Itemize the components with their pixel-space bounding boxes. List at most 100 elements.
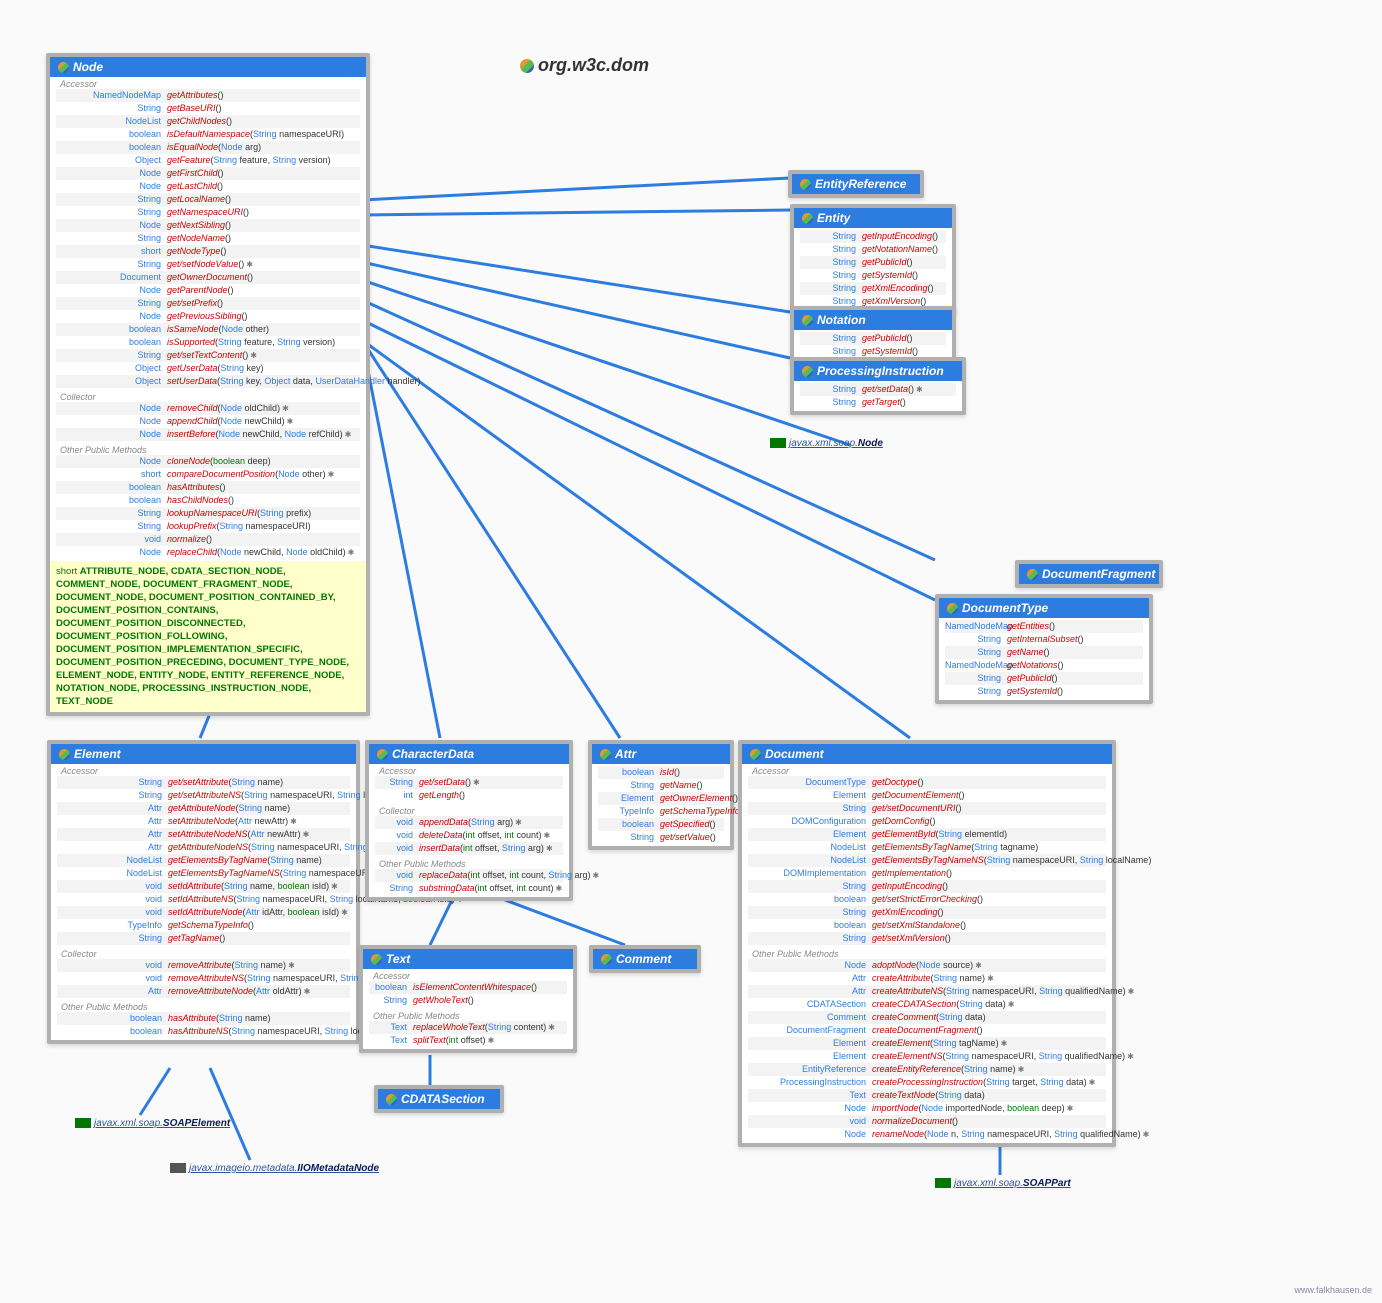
class-header-text[interactable]: Text — [363, 949, 573, 969]
method-row[interactable]: ElementgetElementById (String elementId) — [748, 828, 1106, 841]
method-row[interactable]: StringgetLocalName () — [56, 193, 360, 206]
extlink-soapelement[interactable]: javax.xml.soap.SOAPElement — [75, 1118, 230, 1129]
method-row[interactable]: StringgetWholeText () — [369, 994, 567, 1007]
method-row[interactable]: booleanhasAttributeNS (String namespaceU… — [57, 1025, 350, 1038]
method-row[interactable]: NodegetFirstChild () — [56, 167, 360, 180]
method-row[interactable]: StringgetInputEncoding () — [800, 230, 946, 243]
method-row[interactable]: StringgetName () — [945, 646, 1143, 659]
method-row[interactable]: voidappendData (String arg)✱ — [375, 816, 563, 829]
method-row[interactable]: AttrgetAttributeNodeNS (String namespace… — [57, 841, 350, 854]
extlink-iiometadatanode[interactable]: javax.imageio.metadata.IIOMetadataNode — [170, 1163, 379, 1174]
class-header-pi[interactable]: ProcessingInstruction — [794, 361, 962, 381]
method-row[interactable]: Stringget/setTextContent ()✱ — [56, 349, 360, 362]
method-row[interactable]: booleanhasAttribute (String name) — [57, 1012, 350, 1025]
method-row[interactable]: intgetLength () — [375, 789, 563, 802]
method-row[interactable]: StringgetBaseURI () — [56, 102, 360, 115]
method-row[interactable]: AttrcreateAttributeNS (String namespaceU… — [748, 985, 1106, 998]
method-row[interactable]: NodeListgetElementsByTagNameNS (String n… — [748, 854, 1106, 867]
method-row[interactable]: ProcessingInstructioncreateProcessingIns… — [748, 1076, 1106, 1089]
method-row[interactable]: ObjectgetFeature (String feature, String… — [56, 154, 360, 167]
class-header-documenttype[interactable]: DocumentType — [939, 598, 1149, 618]
method-row[interactable]: StringgetPublicId () — [800, 256, 946, 269]
method-row[interactable]: StringgetNodeName () — [56, 232, 360, 245]
method-row[interactable]: voidremoveAttributeNS (String namespaceU… — [57, 972, 350, 985]
method-row[interactable]: TextsplitText (int offset)✱ — [369, 1034, 567, 1047]
class-header-entity[interactable]: Entity — [794, 208, 952, 228]
method-row[interactable]: ElementgetOwnerElement () — [598, 792, 724, 805]
method-row[interactable]: Stringget/setData ()✱ — [375, 776, 563, 789]
method-row[interactable]: NamedNodeMapgetEntities () — [945, 620, 1143, 633]
method-row[interactable]: NodegetParentNode () — [56, 284, 360, 297]
class-header-node[interactable]: Node — [50, 57, 366, 77]
method-row[interactable]: booleanisSameNode (Node other) — [56, 323, 360, 336]
method-row[interactable]: voidinsertData (int offset, String arg)✱ — [375, 842, 563, 855]
method-row[interactable]: NodeadoptNode (Node source)✱ — [748, 959, 1106, 972]
method-row[interactable]: Stringget/setXmlVersion () — [748, 932, 1106, 945]
method-row[interactable]: booleanisDefaultNamespace (String namesp… — [56, 128, 360, 141]
method-row[interactable]: booleangetSpecified () — [598, 818, 724, 831]
method-row[interactable]: NodeListgetChildNodes () — [56, 115, 360, 128]
extlink-soappart[interactable]: javax.xml.soap.SOAPPart — [935, 1178, 1071, 1189]
class-header-comment[interactable]: Comment — [593, 949, 697, 969]
method-row[interactable]: NodegetNextSibling () — [56, 219, 360, 232]
class-header-cdatasection[interactable]: CDATASection — [378, 1089, 500, 1109]
method-row[interactable]: NodeimportNode (Node importedNode, boole… — [748, 1102, 1106, 1115]
method-row[interactable]: EntityReferencecreateEntityReference (St… — [748, 1063, 1106, 1076]
method-row[interactable]: Stringget/setData ()✱ — [800, 383, 956, 396]
class-header-entityreference[interactable]: EntityReference — [792, 174, 920, 194]
method-row[interactable]: NoderenameNode (Node n, String namespace… — [748, 1128, 1106, 1141]
method-row[interactable]: StringgetSystemId () — [945, 685, 1143, 698]
method-row[interactable]: Stringget/setPrefix () — [56, 297, 360, 310]
method-row[interactable]: AttrsetAttributeNodeNS (Attr newAttr)✱ — [57, 828, 350, 841]
method-row[interactable]: booleanget/setStrictErrorChecking () — [748, 893, 1106, 906]
method-row[interactable]: voiddeleteData (int offset, int count)✱ — [375, 829, 563, 842]
method-row[interactable]: voidsetIdAttribute (String name, boolean… — [57, 880, 350, 893]
method-row[interactable]: AttrcreateAttribute (String name)✱ — [748, 972, 1106, 985]
method-row[interactable]: StringgetNamespaceURI () — [56, 206, 360, 219]
method-row[interactable]: StringlookupPrefix (String namespaceURI) — [56, 520, 360, 533]
method-row[interactable]: voidsetIdAttributeNode (Attr idAttr, boo… — [57, 906, 350, 919]
method-row[interactable]: booleanisElementContentWhitespace () — [369, 981, 567, 994]
method-row[interactable]: NodecloneNode (boolean deep) — [56, 455, 360, 468]
method-row[interactable]: Stringget/setAttribute (String name) — [57, 776, 350, 789]
method-row[interactable]: DocumentFragmentcreateDocumentFragment (… — [748, 1024, 1106, 1037]
class-header-documentfragment[interactable]: DocumentFragment — [1019, 564, 1159, 584]
method-row[interactable]: NodeappendChild (Node newChild)✱ — [56, 415, 360, 428]
method-row[interactable]: StringgetInputEncoding () — [748, 880, 1106, 893]
method-row[interactable]: StringgetPublicId () — [800, 332, 946, 345]
method-row[interactable]: NodeListgetElementsByTagName (String tag… — [748, 841, 1106, 854]
method-row[interactable]: StringgetNotationName () — [800, 243, 946, 256]
method-row[interactable]: booleanisEqualNode (Node arg) — [56, 141, 360, 154]
extlink-soap-node[interactable]: javax.xml.soap.Node — [770, 438, 883, 449]
method-row[interactable]: StringlookupNamespaceURI (String prefix) — [56, 507, 360, 520]
method-row[interactable]: StringgetTarget () — [800, 396, 956, 409]
method-row[interactable]: voidnormalize () — [56, 533, 360, 546]
method-row[interactable]: booleanhasAttributes () — [56, 481, 360, 494]
method-row[interactable]: StringgetTagName () — [57, 932, 350, 945]
method-row[interactable]: ElementgetDocumentElement () — [748, 789, 1106, 802]
method-row[interactable]: Stringget/setDocumentURI () — [748, 802, 1106, 815]
method-row[interactable]: voidnormalizeDocument () — [748, 1115, 1106, 1128]
method-row[interactable]: AttrsetAttributeNode (Attr newAttr)✱ — [57, 815, 350, 828]
method-row[interactable]: NodegetLastChild () — [56, 180, 360, 193]
method-row[interactable]: NodereplaceChild (Node newChild, Node ol… — [56, 546, 360, 559]
method-row[interactable]: CDATASectioncreateCDATASection (String d… — [748, 998, 1106, 1011]
method-row[interactable]: NamedNodeMapgetAttributes () — [56, 89, 360, 102]
method-row[interactable]: StringgetInternalSubset () — [945, 633, 1143, 646]
method-row[interactable]: booleanhasChildNodes () — [56, 494, 360, 507]
method-row[interactable]: AttrremoveAttributeNode (Attr oldAttr)✱ — [57, 985, 350, 998]
method-row[interactable]: Stringget/setAttributeNS (String namespa… — [57, 789, 350, 802]
footer-credit[interactable]: www.falkhausen.de — [1294, 1285, 1372, 1295]
method-row[interactable]: NodeListgetElementsByTagName (String nam… — [57, 854, 350, 867]
class-header-document[interactable]: Document — [742, 744, 1112, 764]
method-row[interactable]: TextreplaceWholeText (String content)✱ — [369, 1021, 567, 1034]
method-row[interactable]: ElementcreateElement (String tagName)✱ — [748, 1037, 1106, 1050]
method-row[interactable]: ObjectsetUserData (String key, Object da… — [56, 375, 360, 388]
class-header-attr[interactable]: Attr — [592, 744, 730, 764]
method-row[interactable]: booleanisSupported (String feature, Stri… — [56, 336, 360, 349]
method-row[interactable]: shortcompareDocumentPosition (Node other… — [56, 468, 360, 481]
method-row[interactable]: DocumentTypegetDoctype () — [748, 776, 1106, 789]
method-row[interactable]: ElementcreateElementNS (String namespace… — [748, 1050, 1106, 1063]
class-header-notation[interactable]: Notation — [794, 310, 952, 330]
method-row[interactable]: StringgetXmlEncoding () — [748, 906, 1106, 919]
